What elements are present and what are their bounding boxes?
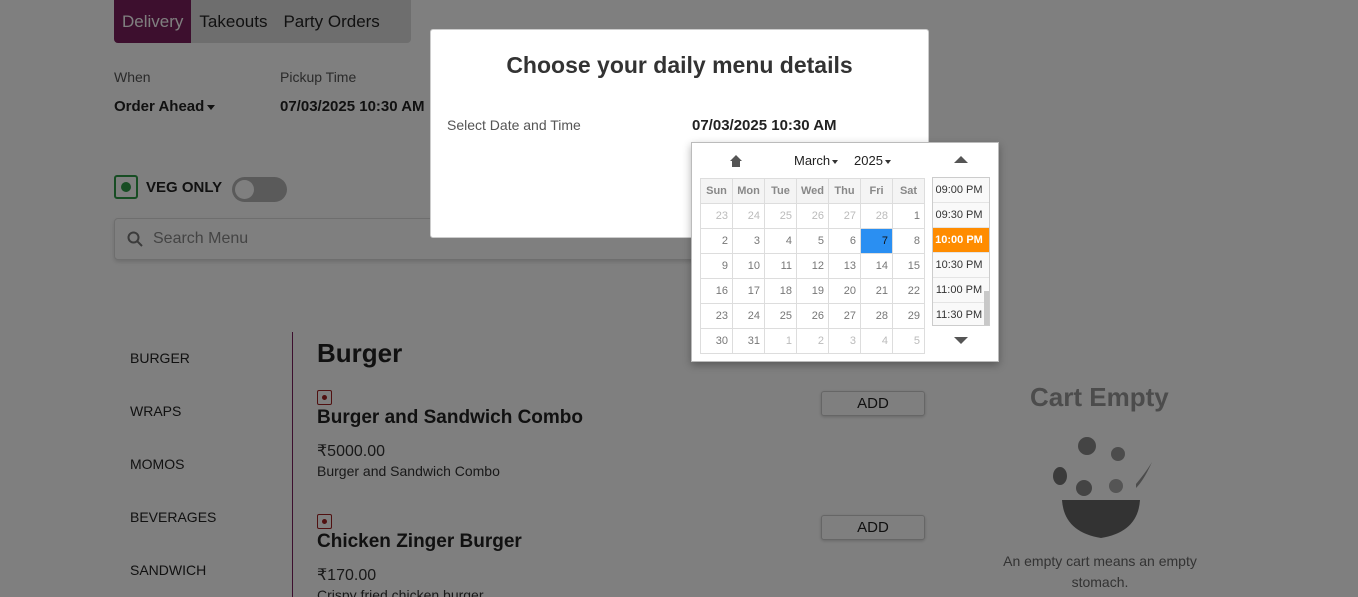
time-option[interactable]: 11:00 PM [933,278,989,303]
calendar-day[interactable]: 15 [892,253,925,279]
calendar-day[interactable]: 4 [764,228,797,254]
time-list-scrollbar[interactable] [984,291,989,325]
calendar-day[interactable]: 20 [828,278,861,304]
calendar-week: 23 24 25 26 27 28 29 [700,303,925,329]
caret-down-icon [832,159,839,164]
calendar-day[interactable]: 22 [892,278,925,304]
calendar-day[interactable]: 6 [828,228,861,254]
calendar-day[interactable]: 8 [892,228,925,254]
year-select[interactable]: 2025 [854,153,891,168]
calendar-week: 16 17 18 19 20 21 22 [700,278,925,304]
date-time-input[interactable]: 07/03/2025 10:30 AM [692,117,837,134]
calendar-day[interactable]: 25 [764,303,797,329]
weekday-sat: Sat [892,178,925,204]
calendar-day[interactable]: 13 [828,253,861,279]
calendar-day[interactable]: 29 [892,303,925,329]
weekday-wed: Wed [796,178,829,204]
weekday-fri: Fri [860,178,893,204]
calendar-day[interactable]: 3 [732,228,765,254]
calendar-day[interactable]: 31 [732,328,765,354]
modal-title: Choose your daily menu details [506,52,853,78]
calendar-day[interactable]: 3 [828,328,861,354]
calendar-day[interactable]: 27 [828,303,861,329]
calendar-day[interactable]: 14 [860,253,893,279]
calendar-week: 2 3 4 5 6 7 8 [700,228,925,254]
time-scroll-up-icon[interactable] [954,156,968,163]
calendar-day[interactable]: 9 [700,253,733,279]
calendar-day[interactable]: 16 [700,278,733,304]
date-time-picker: March 2025 Sun Mon Tue Wed Thu Fri Sat 2… [691,142,999,362]
calendar-day[interactable]: 11 [764,253,797,279]
calendar-day[interactable]: 4 [860,328,893,354]
time-option[interactable]: 10:30 PM [933,253,989,278]
calendar-day[interactable]: 5 [892,328,925,354]
calendar-grid: Sun Mon Tue Wed Thu Fri Sat 23 24 25 26 … [700,178,925,354]
caret-down-icon [884,159,891,164]
year-value: 2025 [854,153,883,168]
time-option[interactable]: 11:30 PM [933,303,989,325]
calendar-day[interactable]: 30 [700,328,733,354]
calendar-day[interactable]: 10 [732,253,765,279]
calendar-day[interactable]: 18 [764,278,797,304]
calendar-day[interactable]: 17 [732,278,765,304]
calendar-day-selected[interactable]: 7 [860,228,893,254]
calendar-day[interactable]: 28 [860,303,893,329]
calendar-day[interactable]: 21 [860,278,893,304]
weekday-sun: Sun [700,178,733,204]
calendar-day[interactable]: 5 [796,228,829,254]
weekday-mon: Mon [732,178,765,204]
calendar-day[interactable]: 27 [828,203,861,229]
calendar-day[interactable]: 2 [796,328,829,354]
calendar-week: 30 31 1 2 3 4 5 [700,328,925,354]
calendar-day[interactable]: 28 [860,203,893,229]
month-value: March [794,153,831,168]
weekday-tue: Tue [764,178,797,204]
calendar-week: 23 24 25 26 27 28 1 [700,203,925,229]
time-option-selected[interactable]: 10:00 PM [933,228,989,253]
weekday-header: Sun Mon Tue Wed Thu Fri Sat [700,178,925,204]
home-icon[interactable] [728,153,744,169]
calendar-week: 9 10 11 12 13 14 15 [700,253,925,279]
time-scroll-down-icon[interactable] [954,337,968,344]
calendar-day[interactable]: 19 [796,278,829,304]
calendar-day[interactable]: 24 [732,203,765,229]
time-option[interactable]: 09:00 PM [933,178,989,203]
weekday-thu: Thu [828,178,861,204]
calendar-day[interactable]: 24 [732,303,765,329]
calendar-day[interactable]: 1 [764,328,797,354]
calendar-day[interactable]: 23 [700,303,733,329]
calendar-day[interactable]: 26 [796,303,829,329]
calendar-day[interactable]: 23 [700,203,733,229]
time-option[interactable]: 09:30 PM [933,203,989,228]
calendar-day[interactable]: 25 [764,203,797,229]
month-select[interactable]: March [794,153,839,168]
calendar-day[interactable]: 12 [796,253,829,279]
calendar-day[interactable]: 1 [892,203,925,229]
select-date-time-label: Select Date and Time [447,117,581,133]
calendar-day[interactable]: 2 [700,228,733,254]
calendar-day[interactable]: 26 [796,203,829,229]
time-list: 09:00 PM 09:30 PM 10:00 PM 10:30 PM 11:0… [932,177,990,326]
